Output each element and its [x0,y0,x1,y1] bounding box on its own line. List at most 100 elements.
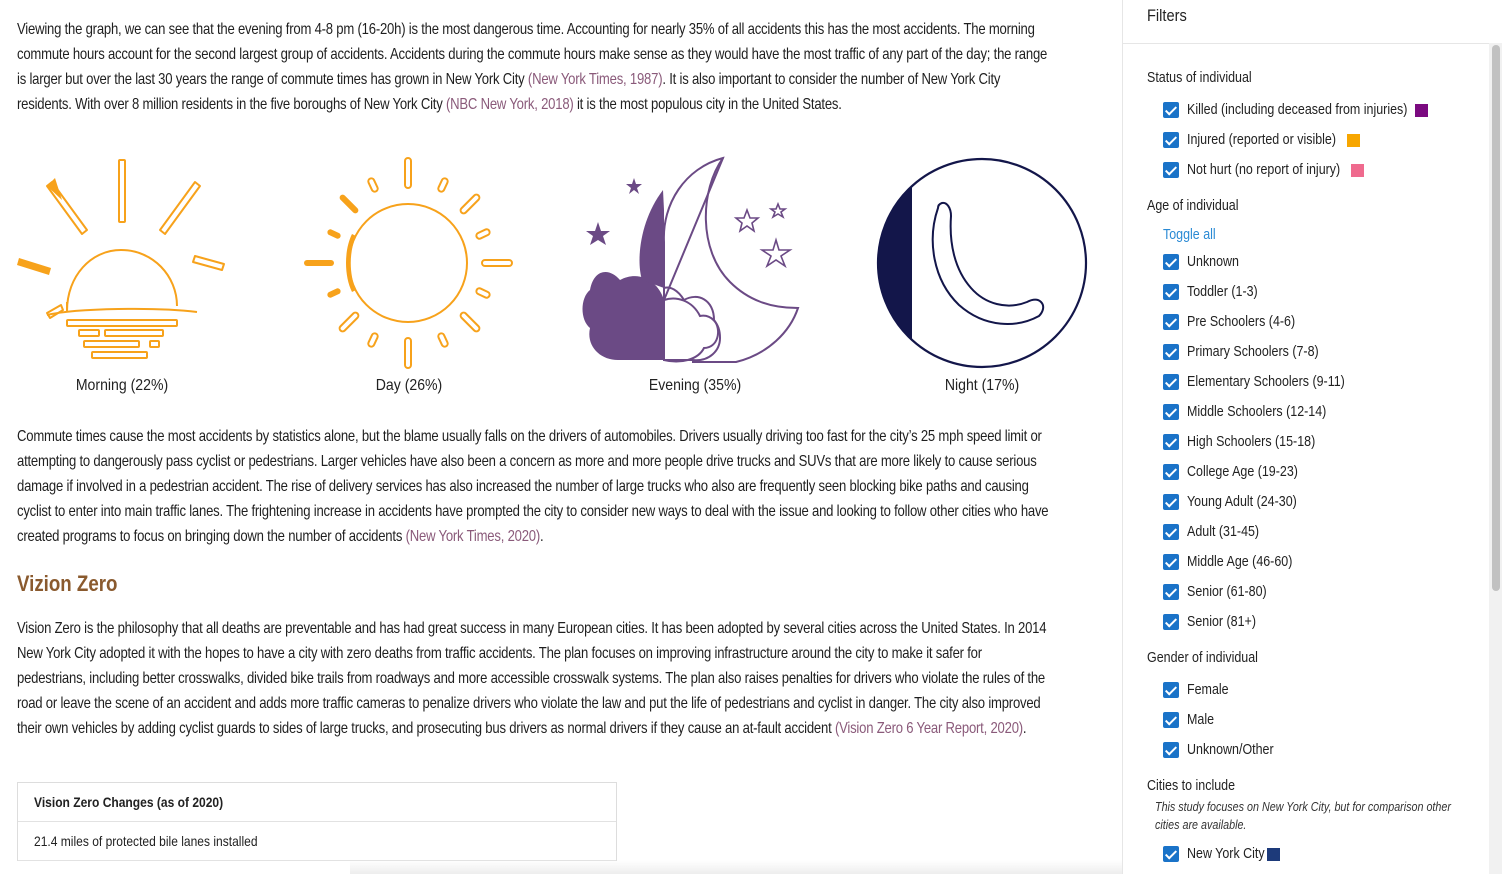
filter-age-primary-schoolers[interactable]: Primary Schoolers (7-8) [1163,343,1340,361]
checkbox[interactable] [1163,464,1179,480]
checkbox[interactable] [1163,846,1179,862]
filter-age-middle-schoolers[interactable]: Middle Schoolers (12-14) [1163,403,1349,421]
filter-age-elementary-schoolers[interactable]: Elementary Schoolers (9-11) [1163,373,1370,391]
checkbox[interactable] [1163,554,1179,570]
morning-label: Morning (22%) [75,377,169,394]
checkbox[interactable] [1163,614,1179,630]
checkbox[interactable] [1163,494,1179,510]
checkbox-label: Primary Schoolers (7-8) [1187,344,1319,360]
citation-link[interactable]: (New York Times, 2020) [406,528,541,545]
filter-age-senior-61-80[interactable]: Senior (61-80) [1163,583,1280,601]
filters-title: Filters [1147,6,1187,25]
commute-paragraph: Commute times cause the most accidents b… [17,424,1050,549]
day-card: Day (26%) [294,150,524,400]
night-card: Night (17%) [867,150,1097,400]
checkbox[interactable] [1163,584,1179,600]
paragraph-text: . [540,528,544,545]
checkbox-label: Elementary Schoolers (9-11) [1187,374,1345,390]
checkbox[interactable] [1163,404,1179,420]
time-of-day-icons: Morning (22%) Day (26%) Evening (35%) Ni… [0,150,1122,410]
checkbox[interactable] [1163,132,1179,148]
paragraph-text: it is the most populous city in the Unit… [573,96,842,113]
checkbox-label: Pre Schoolers (4-6) [1187,314,1296,330]
checkbox-label: High Schoolers (15-18) [1187,434,1316,450]
filter-status-killed[interactable]: Killed (including deceased from injuries… [1163,101,1429,119]
age-group-label: Age of individual [1147,198,1239,214]
checkbox[interactable] [1163,344,1179,360]
citation-link[interactable]: (NBC New York, 2018) [446,96,574,113]
color-swatch [1415,103,1429,117]
evening-card: Evening (35%) [580,150,810,400]
vision-zero-heading: Vizion Zero [17,571,118,596]
crescent-moon-icon [876,157,1088,369]
checkbox-label: Middle Schoolers (12-14) [1187,404,1327,420]
paragraph-text: . [1022,720,1027,737]
filter-age-toddler[interactable]: Toddler (1-3) [1163,283,1269,301]
citation-link[interactable]: (New York Times, 1987) [528,71,663,88]
checkbox-label: Toddler (1-3) [1187,284,1258,300]
filter-age-college-age[interactable]: College Age (19-23) [1163,463,1316,481]
filter-gender-male[interactable]: Male [1163,711,1218,729]
cities-note: This study focuses on New York City, but… [1155,800,1451,832]
checkbox[interactable] [1163,162,1179,178]
filters-sidebar: Filters Status of individual Killed (inc… [1122,0,1502,874]
checkbox-label: Male [1187,712,1215,728]
sidebar-scrollbar[interactable] [1489,43,1502,874]
checkbox-label: Senior (81+) [1187,614,1256,630]
checkbox[interactable] [1163,712,1179,728]
toggle-all-link[interactable]: Toggle all [1163,227,1216,243]
vision-zero-paragraph: Vision Zero is the philosophy that all d… [17,616,1050,741]
checkbox[interactable] [1163,682,1179,698]
checkbox-label: Young Adult (24-30) [1187,494,1297,510]
morning-card: Morning (22%) [7,150,237,400]
filter-gender-female[interactable]: Female [1163,681,1235,699]
day-label: Day (26%) [375,377,443,394]
checkbox-label: Unknown/Other [1187,742,1274,758]
table-row: 21.4 miles of protected bile lanes insta… [18,822,616,861]
checkbox-label: Not hurt (no report of injury) [1187,162,1341,178]
intro-paragraph: Viewing the graph, we can see that the e… [17,17,1050,117]
checkbox-label: Killed (including deceased from injuries… [1187,102,1408,118]
color-swatch [1351,163,1365,177]
checkbox[interactable] [1163,284,1179,300]
checkbox-label: Female [1187,682,1229,698]
filter-age-unknown[interactable]: Unknown [1163,253,1247,271]
scrollbar-thumb[interactable] [1492,45,1500,591]
filter-age-pre-schoolers[interactable]: Pre Schoolers (4-6) [1163,313,1313,331]
checkbox[interactable] [1163,254,1179,270]
checkbox-label: Adult (31-45) [1187,524,1260,540]
checkbox-label: Senior (61-80) [1187,584,1267,600]
gender-group-label: Gender of individual [1147,650,1258,666]
filter-age-high-schoolers[interactable]: High Schoolers (15-18) [1163,433,1336,451]
table-header: Vision Zero Changes (as of 2020) [18,783,616,822]
checkbox-label: Unknown [1187,254,1239,270]
checkbox[interactable] [1163,434,1179,450]
checkbox[interactable] [1163,524,1179,540]
filter-age-senior-81-plus[interactable]: Senior (81+) [1163,613,1267,631]
checkbox[interactable] [1163,374,1179,390]
bottom-shadow [350,860,1122,874]
evening-label: Evening (35%) [648,377,742,394]
checkbox-label: Injured (reported or visible) [1187,132,1337,148]
filter-gender-unknown-other[interactable]: Unknown/Other [1163,741,1288,759]
citation-link[interactable]: (Vision Zero 6 Year Report, 2020) [835,720,1023,737]
night-label: Night (17%) [944,377,1020,394]
filter-status-injured[interactable]: Injured (reported or visible) [1163,131,1361,149]
checkbox[interactable] [1163,314,1179,330]
filter-age-middle-age[interactable]: Middle Age (46-60) [1163,553,1310,571]
filter-age-young-adult[interactable]: Young Adult (24-30) [1163,493,1315,511]
filter-city-new-york[interactable]: New York City [1163,845,1281,863]
checkbox-label: Middle Age (46-60) [1187,554,1293,570]
checkbox-label: College Age (19-23) [1187,464,1298,480]
sunrise-icon [17,159,225,359]
color-swatch [1347,133,1361,147]
filter-age-adult[interactable]: Adult (31-45) [1163,523,1271,541]
cities-group-label: Cities to include [1147,778,1236,794]
divider [1123,43,1489,44]
color-swatch [1267,847,1281,861]
filter-status-not-hurt[interactable]: Not hurt (no report of injury) [1163,161,1365,179]
moon-clouds-stars-icon [582,156,800,363]
checkbox-label: New York City [1187,846,1265,862]
checkbox[interactable] [1163,742,1179,758]
checkbox[interactable] [1163,102,1179,118]
